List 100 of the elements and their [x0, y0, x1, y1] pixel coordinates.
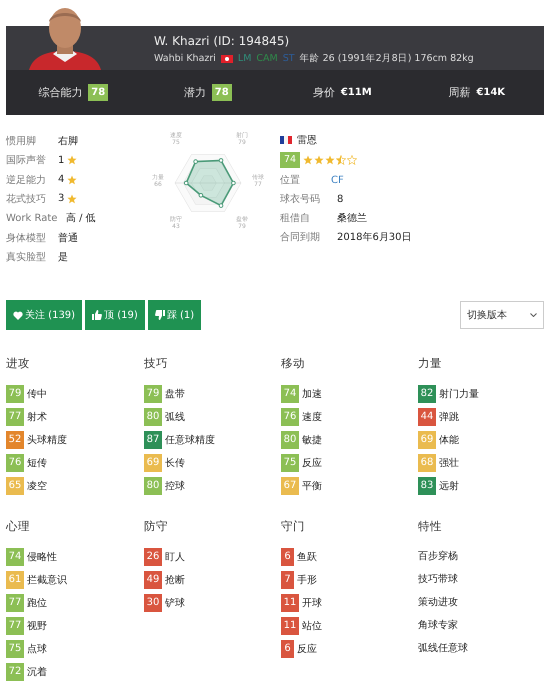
position-tag: CAM	[256, 53, 278, 64]
rating-badge: 69	[418, 431, 436, 449]
detail-label: 球衣号码	[280, 192, 321, 206]
attribute-name: 任意球精度	[165, 434, 215, 447]
rating-badge: 61	[6, 571, 24, 589]
caret-icon	[530, 313, 537, 317]
position-link[interactable]: CF	[331, 174, 344, 186]
rating-badge: 75	[281, 454, 299, 472]
action-button[interactable]: 顶 (19)	[85, 300, 145, 330]
attribute-name: 弧线	[165, 410, 185, 424]
version-select[interactable]: 切换版本	[460, 301, 544, 329]
rating-badge: 77	[6, 408, 24, 426]
position-tag: ST	[282, 53, 295, 64]
group-title: 特性	[418, 519, 443, 533]
rating-badge: 74	[281, 385, 299, 403]
rating-badge: 69	[144, 454, 162, 472]
stat-value: €14K	[476, 87, 506, 98]
action-button[interactable]: 踩 (1)	[148, 300, 202, 330]
rating-badge: 30	[144, 594, 162, 612]
attribute-name: 远射	[439, 480, 459, 493]
stat-label: 综合能力	[38, 85, 82, 100]
group-title: 技巧	[144, 356, 169, 370]
rating-badge: 80	[281, 431, 299, 449]
rating-badge: 77	[6, 617, 24, 635]
rating-badge: 80	[144, 408, 162, 426]
player-name: W. Khazri (ID: 194845)	[154, 34, 290, 48]
flag-icon	[280, 136, 292, 144]
trait-item: 技巧带球	[418, 572, 459, 587]
attribute-name: 盘带	[165, 388, 185, 401]
action-button[interactable]: 关注 (139)	[6, 300, 82, 330]
detail-label: 合同到期	[280, 230, 321, 244]
info-label: 国际声誉	[6, 154, 47, 168]
attribute-name: 反应	[302, 456, 322, 470]
attribute-name: 手形	[297, 574, 317, 587]
attribute-name: 射术	[27, 410, 47, 424]
rating-badge: 75	[6, 640, 24, 658]
rating-badge: 52	[6, 431, 24, 449]
rating-badge: 26	[144, 548, 162, 566]
attribute-name: 体能	[439, 434, 459, 447]
trait-item: 百步穿杨	[418, 550, 459, 564]
attribute-name: 凌空	[27, 480, 47, 493]
attribute-name: 传中	[27, 388, 47, 401]
group-title: 移动	[281, 356, 306, 370]
group-title: 进攻	[6, 356, 31, 370]
rating-badge: 67	[281, 477, 299, 495]
rating-badge: 76	[6, 454, 24, 472]
attribute-name: 盯人	[165, 551, 185, 564]
stat-label: 周薪	[448, 85, 470, 100]
detail-label: 位置	[280, 174, 301, 187]
heart-icon	[13, 310, 23, 320]
trait-item: 角球专家	[418, 618, 459, 633]
info-label: 身体模型	[6, 232, 47, 245]
star-icon	[336, 155, 346, 165]
rating-badge: 68	[418, 454, 436, 472]
rating-badge: 87	[144, 431, 162, 449]
stat-label: 潜力	[184, 85, 206, 100]
rating-badge: 7	[281, 571, 294, 589]
rating-badge: 82	[418, 385, 436, 403]
rating-badge: 79	[144, 385, 162, 403]
rating-badge: 72	[6, 663, 24, 681]
rating-badge: 78	[88, 84, 108, 101]
attribute-name: 拦截意识	[27, 574, 67, 587]
group-title: 守门	[281, 519, 306, 533]
rating-badge: 65	[6, 477, 24, 495]
attribute-name: 敏捷	[302, 434, 322, 447]
rating-badge: 44	[418, 408, 436, 426]
attribute-name: 头球精度	[27, 434, 67, 447]
info-label: 真实脸型	[6, 250, 47, 264]
attribute-name: 站位	[302, 620, 322, 633]
rating-badge: 74	[6, 548, 24, 566]
attribute-name: 长传	[165, 456, 185, 470]
attribute-name: 开球	[302, 596, 322, 610]
rating-badge: 77	[6, 594, 24, 612]
stat-label: 身价	[312, 85, 335, 100]
rating-badge: 11	[281, 617, 299, 635]
info-value: 1	[58, 154, 64, 166]
trait-item: 策动进攻	[418, 596, 459, 610]
star-icon	[303, 155, 313, 165]
rating-badge: 83	[418, 477, 436, 495]
info-value: 3	[58, 193, 64, 204]
star-icon	[347, 155, 357, 165]
rating-badge: 74	[280, 152, 300, 168]
attribute-name: 控球	[165, 480, 185, 493]
position-tag: LM	[238, 53, 252, 64]
rating-badge: 76	[281, 408, 299, 426]
info-label: 惯用脚	[6, 134, 37, 148]
thumbs-up-icon	[92, 310, 102, 320]
detail-value: 桑德兰	[337, 212, 367, 225]
stat-value: €11M	[340, 87, 372, 98]
info-value: 是	[58, 251, 68, 264]
attribute-name: 弹跳	[439, 410, 459, 424]
group-title: 防守	[144, 519, 169, 533]
attribute-name: 平衡	[302, 480, 322, 493]
attribute-name: 短传	[27, 457, 47, 470]
rating-badge: 6	[281, 548, 294, 566]
attribute-name: 射门力量	[439, 388, 479, 401]
rating-badge: 80	[144, 477, 162, 495]
info-label: Work Rate	[6, 212, 58, 224]
detail-value: 8	[337, 194, 344, 204]
rating-badge: 49	[144, 571, 162, 589]
